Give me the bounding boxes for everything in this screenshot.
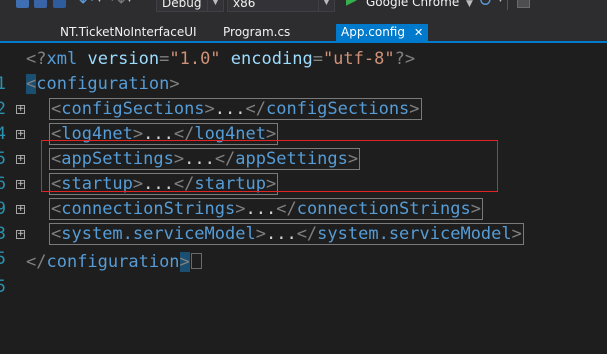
expand-icon[interactable]: + <box>16 130 25 139</box>
platform-value: x86 <box>233 0 256 10</box>
expand-icon[interactable]: + <box>16 205 25 214</box>
start-debug-icon[interactable]: ▶ <box>346 0 357 8</box>
root-tag-name: configuration <box>46 252 180 272</box>
xml-decl-open: <? <box>26 49 47 69</box>
code-editor[interactable]: 1 <?xml version="1.0" encoding="utf-8"?>… <box>0 43 607 354</box>
chevron-down-icon: ▼ <box>207 0 223 11</box>
bracket-open: < <box>26 74 37 94</box>
undo-icon[interactable]: ↶ <box>79 0 93 12</box>
chevron-down-icon[interactable]: ▼ <box>126 0 133 4</box>
collapsed-tag-open: system.serviceModel <box>61 224 256 244</box>
line-number: 5 <box>0 277 6 297</box>
code-line-collapsed: 5 + <system.serviceModel>...</system.ser… <box>0 222 607 269</box>
bracket-close: > <box>179 252 190 272</box>
close-icon[interactable]: ✕ <box>414 24 423 41</box>
save-all-icon[interactable] <box>34 0 47 8</box>
expand-icon[interactable]: + <box>16 105 25 114</box>
code-line-collapsed: 4 + <configSections>...</configSections> <box>0 97 607 144</box>
save-all-icon[interactable] <box>53 0 66 8</box>
toolbar: ↶ ▼ ↷ ▼ Debug ▼ x86 ▼ ▶ Google Chrome ▼ … <box>0 0 607 17</box>
toolbar-extra-icon[interactable] <box>517 0 530 8</box>
attr-encoding: encoding <box>230 49 313 69</box>
collapsed-region[interactable]: <system.serviceModel>...</system.service… <box>49 223 524 245</box>
tab-ticket-ui[interactable]: NT.TicketNoInterfaceUI <box>60 24 197 41</box>
tab-label: App.config <box>341 25 405 39</box>
collapsed-tag-open: connectionStrings <box>61 199 236 219</box>
collapsed-tag-close: system.serviceModel <box>317 224 512 244</box>
code-line: 1 <?xml version="1.0" encoding="utf-8"?> <box>0 47 607 94</box>
configuration-value: Debug <box>162 0 202 10</box>
bracket-close: > <box>169 74 180 94</box>
code-line-collapsed: 3 + <connectionStrings>...</connectionSt… <box>0 197 607 244</box>
collapsed-ellipsis: ... <box>265 224 297 244</box>
root-tag-name: configuration <box>36 74 170 94</box>
run-target-label: Google Chrome <box>366 0 460 9</box>
platform-select[interactable]: x86 ▼ <box>227 0 335 12</box>
value-version: "1.0" <box>169 49 221 69</box>
collapsed-ellipsis: ... <box>214 99 246 119</box>
expand-icon[interactable]: + <box>16 180 25 189</box>
collapsed-region[interactable]: <connectionStrings>...</connectionString… <box>49 198 483 220</box>
tab-label: Program.cs <box>223 25 291 39</box>
tab-app-config[interactable]: App.config ✕ <box>336 24 429 41</box>
document-tab-strip: NT.TicketNoInterfaceUI Program.cs App.co… <box>0 17 607 43</box>
collapsed-ellipsis: ... <box>245 199 277 219</box>
chevron-down-icon: ▼ <box>466 0 473 9</box>
save-icon[interactable] <box>16 0 29 8</box>
expand-icon[interactable]: + <box>16 155 25 164</box>
chevron-down-icon[interactable]: ▼ <box>96 0 103 4</box>
tab-label: NT.TicketNoInterfaceUI <box>60 25 197 39</box>
refresh-icon[interactable]: ↻ <box>478 0 492 11</box>
value-encoding: "utf-8" <box>322 49 395 69</box>
chevron-down-icon: ▼ <box>318 0 334 11</box>
collapsed-tag-close: connectionStrings <box>296 199 471 219</box>
xml-decl-close: ?> <box>394 49 416 69</box>
toolbar-divider <box>507 0 508 10</box>
code-line: 2 <configuration> <box>0 72 607 119</box>
configuration-select[interactable]: Debug ▼ <box>156 0 224 12</box>
collapsed-tag-open: configSections <box>61 99 205 119</box>
redo-icon[interactable]: ↷ <box>111 0 125 12</box>
attr-version: version <box>87 49 160 69</box>
xml-decl-tag: xml <box>46 49 78 69</box>
code-line: 5 </configuration> <box>0 250 607 297</box>
expand-icon[interactable]: + <box>16 230 25 239</box>
tab-program-cs[interactable]: Program.cs <box>223 24 290 41</box>
bracket-open: </ <box>26 252 47 272</box>
text-cursor <box>190 253 202 269</box>
highlight-annotation <box>41 140 498 192</box>
chevron-down-icon[interactable]: ▼ <box>497 0 504 4</box>
run-target-button[interactable]: Google Chrome ▼ <box>366 0 473 12</box>
collapsed-region[interactable]: <configSections>...</configSections> <box>49 98 422 120</box>
collapsed-tag-close: configSections <box>266 99 410 119</box>
